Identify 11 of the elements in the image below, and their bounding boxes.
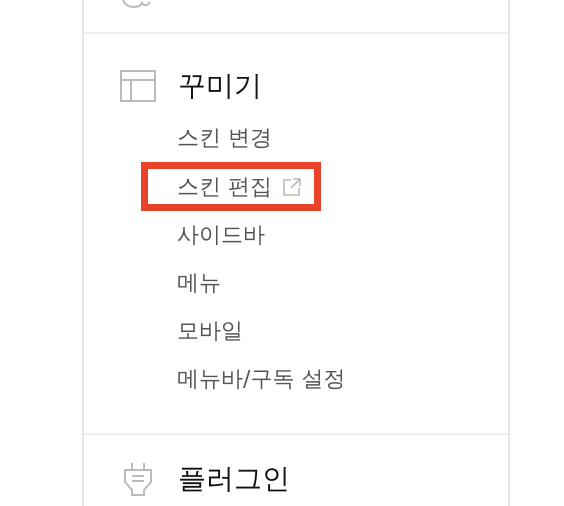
section-title: 꾸미기 [178,68,262,104]
menu-link[interactable]: 메뉴 [177,259,257,307]
menu-link[interactable]: 스킨 편집 [141,162,321,211]
menu-link[interactable]: 모바일 [177,307,279,355]
partial-icon [120,0,152,9]
menu-link[interactable]: 사이드바 [177,211,301,259]
section-title: 플러그인 [178,461,290,497]
menu-link[interactable]: 스킨 변경 [177,114,308,162]
external-link-icon [282,176,302,196]
layout-icon [120,70,156,102]
menu-link[interactable]: 메뉴바/구독 설정 [177,355,382,403]
